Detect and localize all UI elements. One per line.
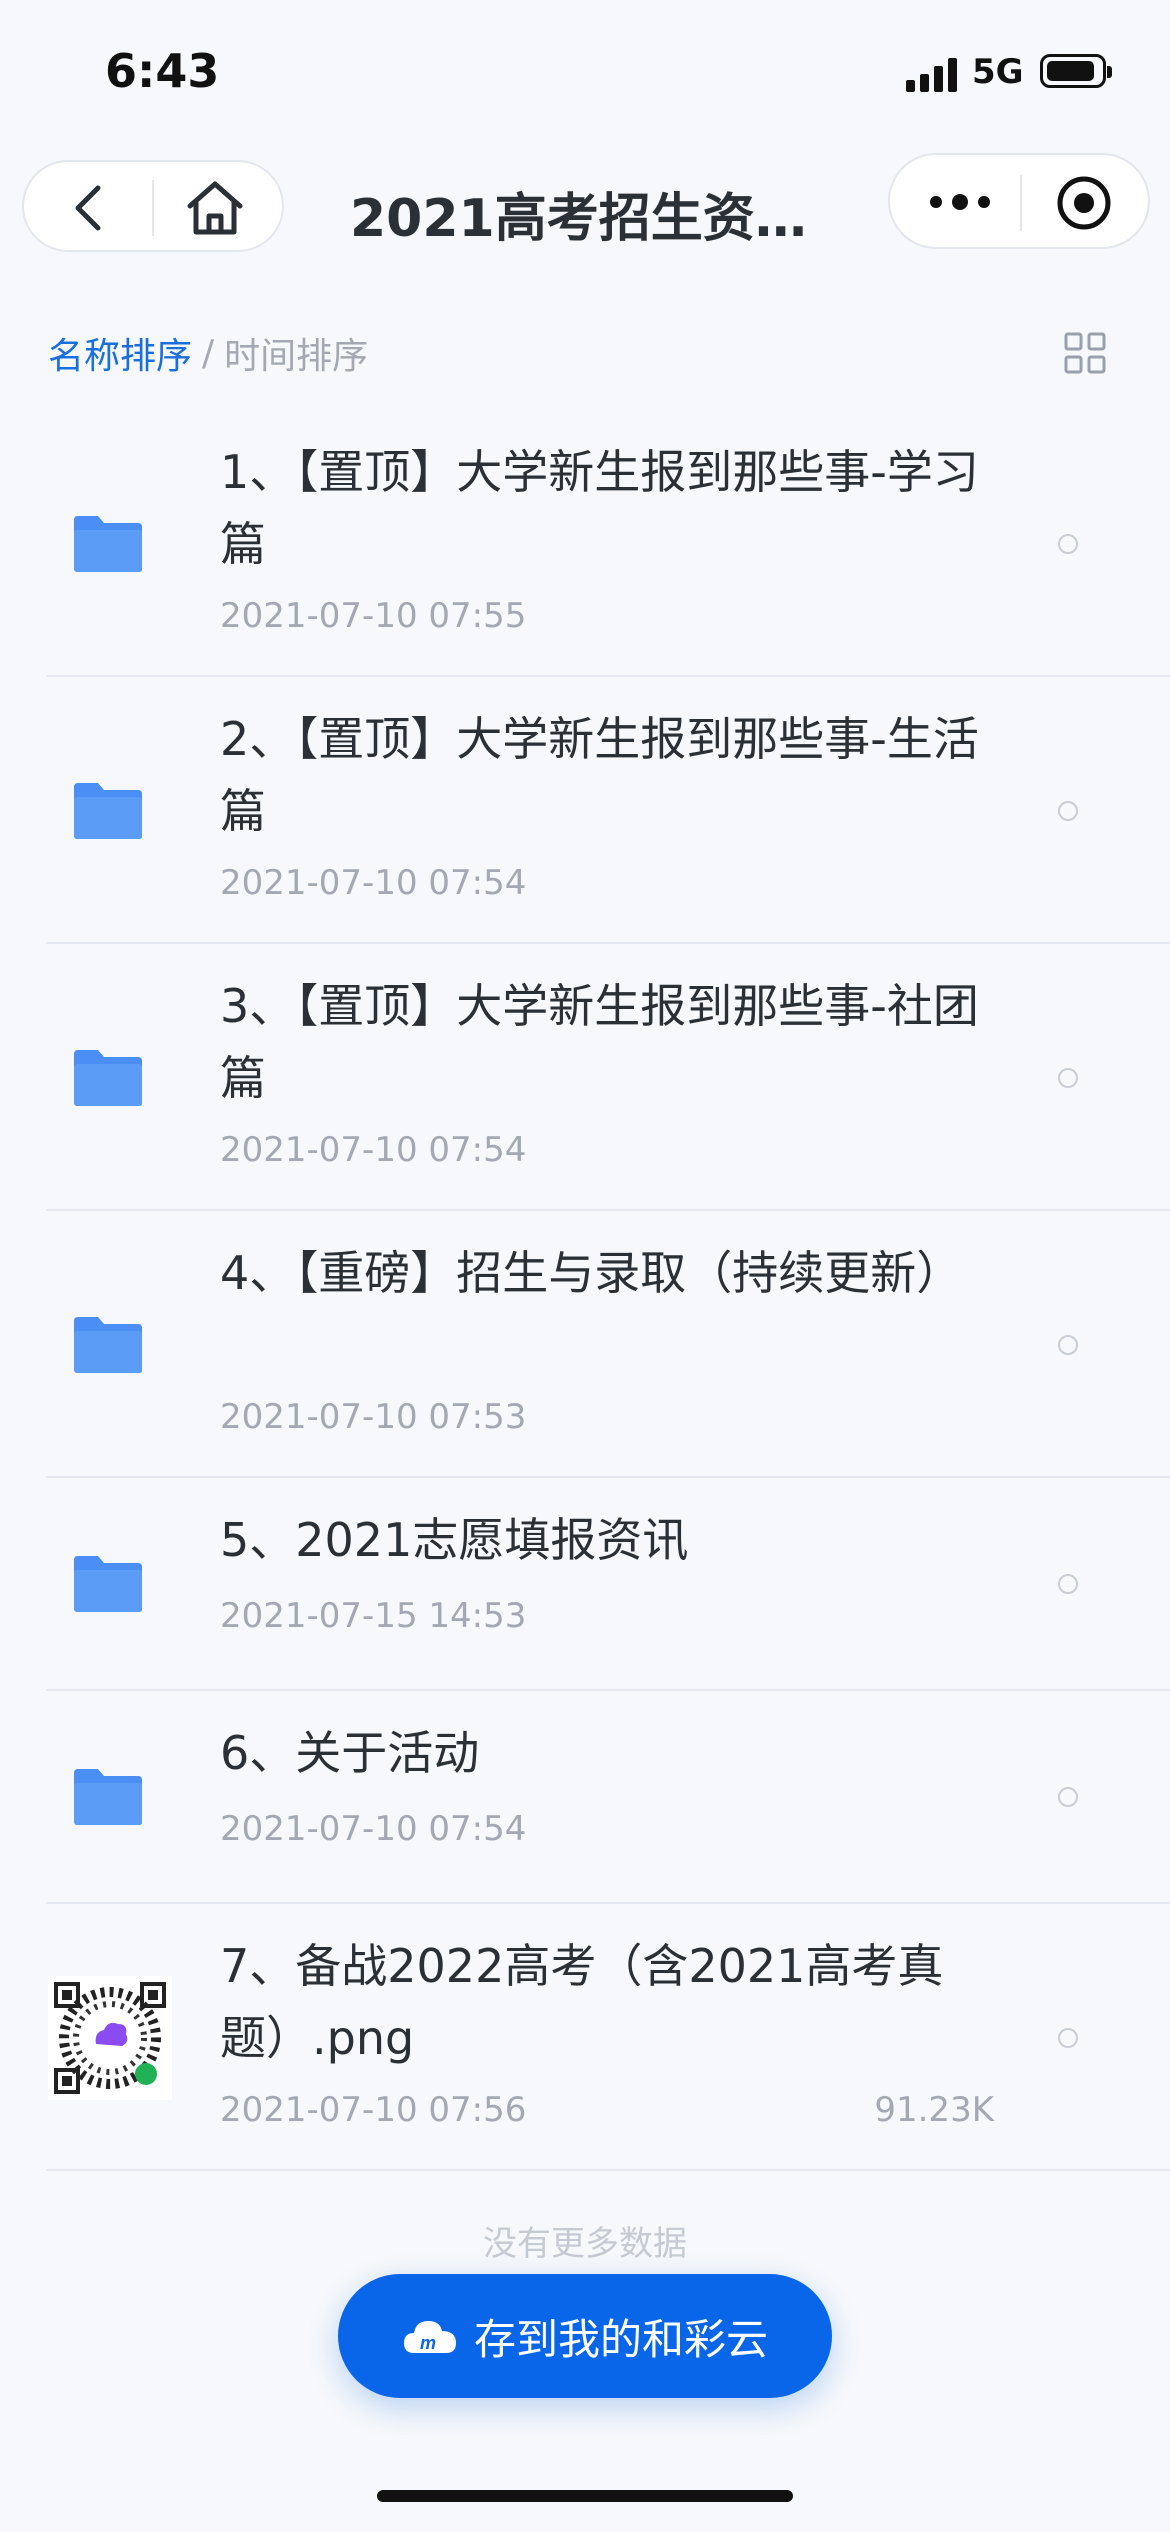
signal-icon: [906, 56, 960, 92]
menu-capsule: [888, 153, 1150, 249]
file-name: 2、【置顶】大学新生报到那些事-生活篇: [220, 712, 979, 838]
sort-by-name[interactable]: 名称排序: [48, 327, 192, 379]
save-to-cloud-button[interactable]: m 存到我的和彩云: [338, 2274, 832, 2398]
nav-left-capsule: [22, 160, 284, 252]
network-label: 5G: [972, 52, 1024, 92]
battery-level: [1047, 61, 1094, 81]
sort-by-time[interactable]: 时间排序: [224, 327, 368, 379]
status-bar: 6:43 5G: [0, 0, 1170, 150]
cloud-icon: m: [403, 2321, 456, 2353]
close-button[interactable]: [1056, 175, 1112, 231]
list-item[interactable]: 1、【置顶】大学新生报到那些事-学习篇 2021-07-10 07:55: [46, 410, 1170, 677]
file-date: 2021-07-10 07:53: [220, 1397, 527, 1437]
folder-icon: [74, 1317, 142, 1373]
more-button[interactable]: [924, 177, 996, 227]
file-name: 5、2021志愿填报资讯: [220, 1513, 689, 1567]
file-name: 4、【重磅】招生与录取（持续更新）: [220, 1246, 963, 1300]
select-radio[interactable]: [1058, 1787, 1078, 1807]
page-title: 2021高考招生资…: [350, 189, 807, 249]
file-name: 3、【置顶】大学新生报到那些事-社团篇: [220, 979, 979, 1105]
home-icon: [187, 181, 243, 235]
list-item[interactable]: 2、【置顶】大学新生报到那些事-生活篇 2021-07-10 07:54: [46, 677, 1170, 944]
capsule-divider: [1020, 175, 1022, 231]
select-radio[interactable]: [1058, 801, 1078, 821]
file-date: 2021-07-10 07:54: [220, 1130, 527, 1170]
grid-view-button[interactable]: [1064, 332, 1106, 374]
folder-icon: [74, 1556, 142, 1612]
list-item[interactable]: 5、2021志愿填报资讯 2021-07-15 14:53: [46, 1478, 1170, 1691]
folder-icon: [74, 1050, 142, 1106]
file-date: 2021-07-10 07:54: [220, 1809, 527, 1849]
battery-icon: [1040, 54, 1112, 88]
no-more-data-label: 没有更多数据: [483, 2224, 687, 2264]
sort-bar: 名称排序 / 时间排序: [48, 327, 368, 379]
file-list: 1、【置顶】大学新生报到那些事-学习篇 2021-07-10 07:55 2、【…: [0, 410, 1170, 2171]
status-time: 6:43: [105, 44, 220, 98]
back-button[interactable]: [64, 180, 120, 236]
file-date: 2021-07-10 07:55: [220, 596, 527, 636]
file-name: 7、备战2022高考（含2021高考真题）.png: [220, 1939, 944, 2065]
more-dots-icon: [930, 194, 990, 210]
select-radio[interactable]: [1058, 1574, 1078, 1594]
file-date: 2021-07-10 07:54: [220, 863, 527, 903]
list-item[interactable]: 3、【置顶】大学新生报到那些事-社团篇 2021-07-10 07:54: [46, 944, 1170, 1211]
select-radio[interactable]: [1058, 1335, 1078, 1355]
select-radio[interactable]: [1058, 2028, 1078, 2048]
nav-divider: [152, 180, 154, 236]
page: 6:43 5G 2021高考招生资… 名称排序 / 时间排序 1、【置顶】大学新…: [0, 0, 1170, 2532]
file-size: 91.23K: [874, 2090, 994, 2130]
home-button[interactable]: [184, 178, 246, 238]
qr-code-thumbnail: [48, 1976, 172, 2100]
list-item[interactable]: 6、关于活动 2021-07-10 07:54: [46, 1691, 1170, 1904]
folder-icon: [74, 516, 142, 572]
file-date: 2021-07-10 07:56: [220, 2090, 527, 2130]
save-button-label: 存到我的和彩云: [473, 2314, 768, 2364]
folder-icon: [74, 1769, 142, 1825]
file-name: 6、关于活动: [220, 1726, 480, 1780]
folder-icon: [74, 783, 142, 839]
svg-text:m: m: [420, 2333, 436, 2353]
file-date: 2021-07-15 14:53: [220, 1596, 527, 1636]
chevron-left-icon: [75, 185, 101, 231]
list-item[interactable]: 4、【重磅】招生与录取（持续更新） 2021-07-10 07:53: [46, 1211, 1170, 1478]
select-radio[interactable]: [1058, 1068, 1078, 1088]
grid-view-icon: [1064, 332, 1106, 374]
sort-separator: /: [202, 332, 215, 374]
select-radio[interactable]: [1058, 534, 1078, 554]
list-item[interactable]: 7、备战2022高考（含2021高考真题）.png 2021-07-10 07:…: [46, 1904, 1170, 2171]
target-icon: [1057, 176, 1111, 230]
file-name: 1、【置顶】大学新生报到那些事-学习篇: [220, 445, 979, 571]
home-indicator: [377, 2490, 793, 2502]
